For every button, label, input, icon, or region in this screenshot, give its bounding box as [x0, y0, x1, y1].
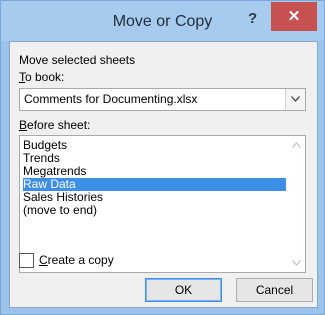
help-icon[interactable]: ? — [248, 10, 257, 27]
chevron-down-icon-glyph — [291, 96, 300, 102]
ok-button[interactable]: OK — [145, 278, 222, 302]
to-book-value: Comments for Documenting.xlsx — [24, 92, 198, 106]
create-copy-label[interactable]: Create a copy — [39, 253, 114, 267]
before-sheet-label-rest: efore sheet: — [27, 118, 91, 132]
scroll-up-icon[interactable] — [288, 140, 305, 150]
move-or-copy-dialog: Move or Copy ? ✕ Move selected sheets To… — [0, 0, 325, 315]
sheet-list-item[interactable]: Budgets — [23, 139, 286, 152]
scroll-down-icon[interactable] — [288, 258, 305, 268]
close-icon[interactable]: ✕ — [271, 2, 317, 31]
before-sheet-label-mnemonic: B — [19, 118, 28, 132]
create-copy-label-rest: reate a copy — [47, 253, 114, 267]
before-sheet-label: Before sheet: — [19, 118, 90, 132]
list-scrollbar[interactable] — [288, 136, 305, 272]
dialog-body: Move selected sheets To book: Comments f… — [9, 41, 318, 308]
create-copy-mnemonic: C — [39, 253, 48, 267]
to-book-label-rest: o book: — [25, 70, 65, 84]
scroll-down-glyph — [292, 260, 301, 266]
to-book-label: To book: — [19, 70, 64, 84]
title-bar[interactable]: Move or Copy ? ✕ — [1, 1, 324, 41]
cancel-button[interactable]: Cancel — [236, 278, 313, 302]
scroll-up-glyph — [292, 142, 301, 148]
chevron-down-icon[interactable] — [285, 89, 305, 110]
sheet-list-item[interactable]: (move to end) — [23, 204, 286, 217]
to-book-dropdown[interactable]: Comments for Documenting.xlsx — [19, 88, 306, 111]
move-selected-sheets-label: Move selected sheets — [19, 53, 136, 67]
create-copy-checkbox[interactable] — [19, 253, 34, 268]
